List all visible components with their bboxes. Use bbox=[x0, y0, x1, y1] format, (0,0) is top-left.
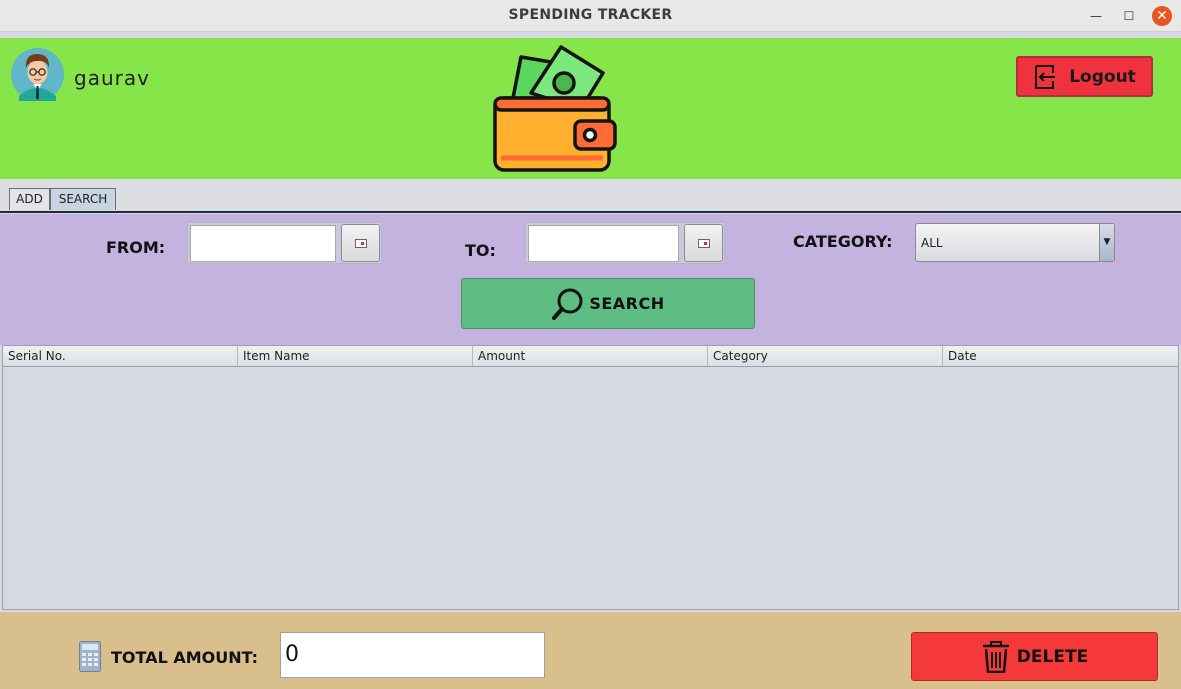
from-date-field[interactable] bbox=[190, 225, 336, 262]
app-header: gaurav Logout bbox=[0, 38, 1181, 179]
category-label: CATEGORY: bbox=[793, 232, 893, 251]
total-amount-field[interactable]: 0 bbox=[280, 632, 545, 678]
search-button-label: SEARCH bbox=[589, 294, 665, 313]
to-date-field[interactable] bbox=[528, 225, 679, 262]
footer-panel: TOTAL AMOUNT: 0 DELETE bbox=[0, 612, 1181, 689]
from-label: FROM: bbox=[106, 238, 166, 257]
column-header-serial[interactable]: Serial No. bbox=[3, 346, 238, 366]
exit-icon bbox=[1035, 64, 1056, 89]
search-icon bbox=[552, 288, 583, 320]
search-button[interactable]: SEARCH bbox=[461, 278, 755, 329]
total-amount-label: TOTAL AMOUNT: bbox=[111, 648, 259, 667]
to-label: TO: bbox=[465, 241, 496, 260]
column-header-item-name[interactable]: Item Name bbox=[238, 346, 473, 366]
to-calendar-button[interactable] bbox=[684, 224, 723, 262]
delete-button[interactable]: DELETE bbox=[911, 632, 1158, 681]
wallet-icon bbox=[493, 45, 617, 172]
column-header-category[interactable]: Category bbox=[708, 346, 943, 366]
maximize-button[interactable]: ☐ bbox=[1119, 6, 1139, 26]
to-date-picker bbox=[525, 222, 725, 264]
user-avatar-icon bbox=[11, 48, 64, 101]
column-header-amount[interactable]: Amount bbox=[473, 346, 708, 366]
column-header-date[interactable]: Date bbox=[943, 346, 1178, 366]
results-table[interactable]: Serial No. Item Name Amount Category Dat… bbox=[2, 345, 1179, 610]
close-button[interactable]: ✕ bbox=[1152, 6, 1172, 26]
window-titlebar: SPENDING TRACKER — ☐ ✕ bbox=[0, 0, 1181, 32]
tab-search[interactable]: SEARCH bbox=[50, 188, 116, 210]
from-date-picker bbox=[187, 222, 382, 264]
minimize-button[interactable]: — bbox=[1086, 6, 1106, 26]
logout-label: Logout bbox=[1069, 66, 1136, 87]
search-panel: FROM: TO: CATEGORY: ALL ▼ SEARCH bbox=[0, 214, 1181, 345]
chevron-down-icon[interactable]: ▼ bbox=[1099, 224, 1114, 261]
tab-add[interactable]: ADD bbox=[9, 188, 50, 210]
category-selected-value: ALL bbox=[921, 236, 943, 250]
calendar-icon bbox=[697, 238, 710, 248]
logout-button[interactable]: Logout bbox=[1016, 56, 1153, 97]
username-label: gaurav bbox=[74, 66, 150, 90]
category-select[interactable]: ALL ▼ bbox=[915, 223, 1115, 262]
table-header: Serial No. Item Name Amount Category Dat… bbox=[3, 346, 1178, 367]
calendar-icon bbox=[354, 238, 367, 248]
calculator-icon bbox=[79, 641, 101, 672]
tab-strip: ADD SEARCH bbox=[0, 179, 1181, 213]
delete-button-label: DELETE bbox=[1016, 646, 1089, 667]
from-calendar-button[interactable] bbox=[341, 224, 380, 262]
window-title: SPENDING TRACKER bbox=[508, 7, 673, 23]
trash-icon bbox=[982, 640, 1009, 673]
